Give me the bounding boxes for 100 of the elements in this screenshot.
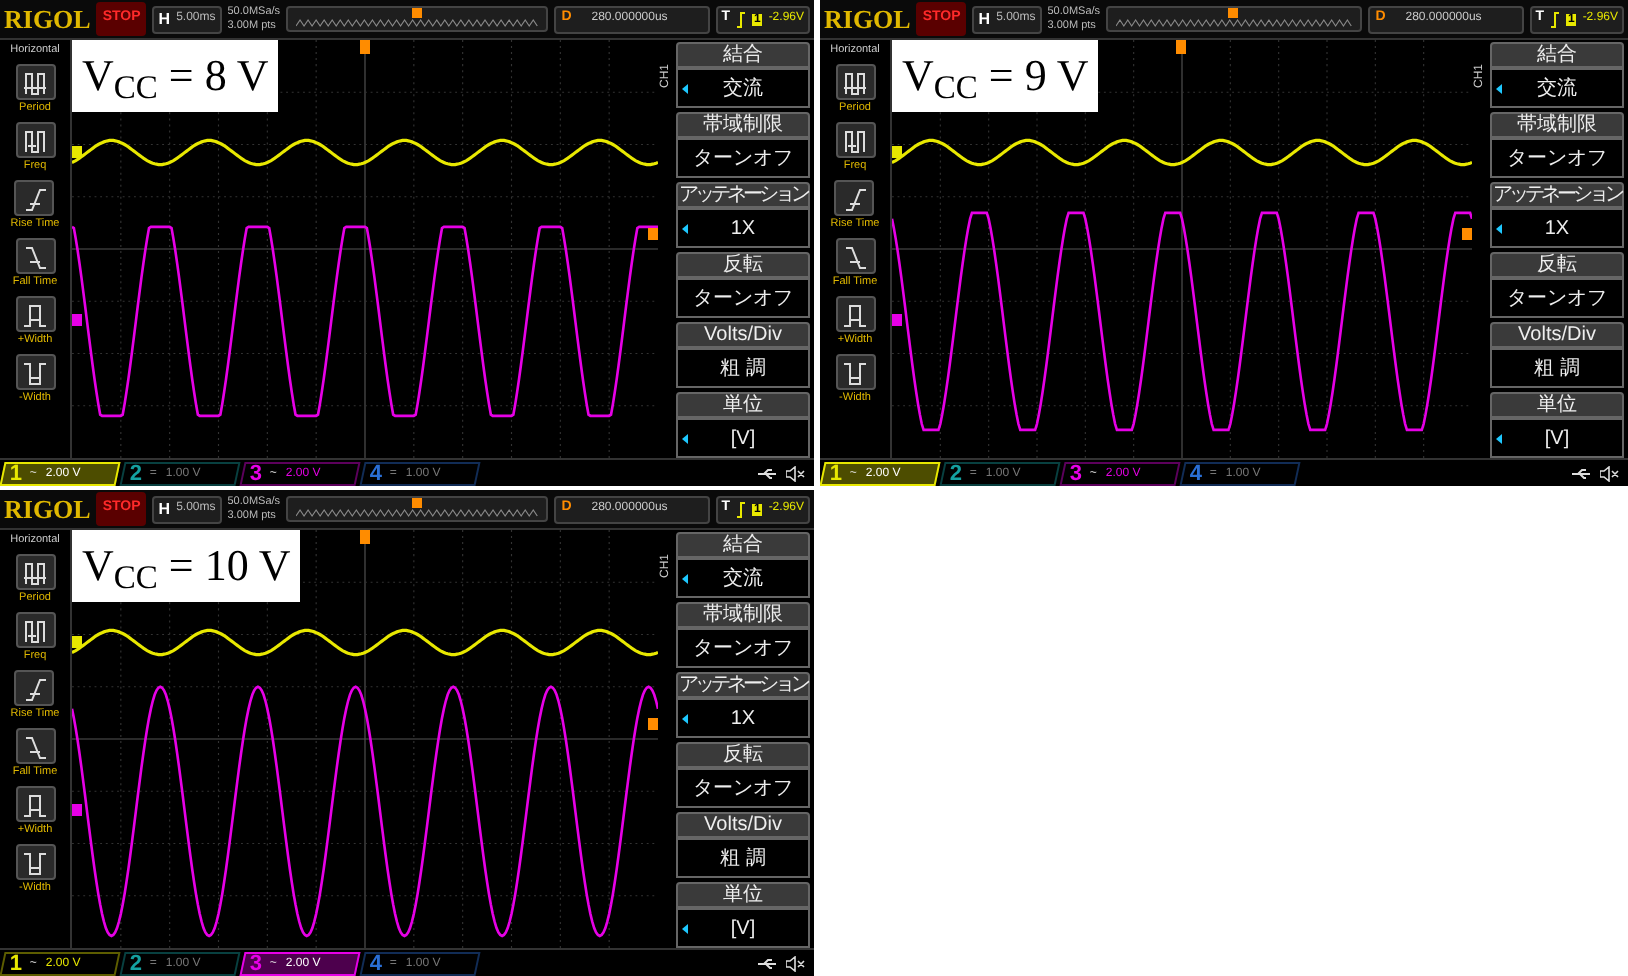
channel-marker[interactable] xyxy=(72,636,82,648)
measure-button[interactable] xyxy=(15,64,55,100)
left-arrow-icon xyxy=(1496,223,1502,233)
measure-button[interactable] xyxy=(15,122,55,158)
menu-value-button[interactable]: ターンオフ xyxy=(676,768,810,808)
measure-button[interactable] xyxy=(835,122,875,158)
measure-button[interactable] xyxy=(835,64,875,100)
menu-title: 結合 xyxy=(1490,42,1624,68)
menu-value: [V] xyxy=(730,425,756,453)
menu-value-button[interactable]: 1X xyxy=(1490,208,1624,248)
menu-value-button[interactable]: ターンオフ xyxy=(676,628,810,668)
measure-icon xyxy=(23,363,47,385)
menu-title: 帯域制限 xyxy=(676,112,810,138)
trigger-position-marker[interactable] xyxy=(411,8,422,18)
menu-value-button[interactable]: 交流 xyxy=(676,558,810,598)
measure-button[interactable] xyxy=(15,786,55,822)
memory-waveform-icon xyxy=(296,18,538,28)
menu-value-button[interactable]: 交流 xyxy=(1490,68,1624,108)
left-arrow-icon xyxy=(682,923,688,933)
trigger-level-marker[interactable] xyxy=(648,228,658,240)
menu-value: 1X xyxy=(730,705,756,733)
measure-icon xyxy=(25,247,47,269)
speaker-muted-icon[interactable] xyxy=(786,955,806,971)
vcc-label: V$_{CC}$ = 8 V xyxy=(72,40,279,112)
measure-icon xyxy=(23,563,47,585)
channel-marker[interactable] xyxy=(72,804,82,816)
menu-value-button[interactable]: [V] xyxy=(676,908,810,948)
menu-title: 反転 xyxy=(1490,252,1624,278)
measure-button[interactable] xyxy=(15,554,55,590)
measure-button[interactable] xyxy=(835,238,875,274)
menu-title: 単位 xyxy=(676,882,810,908)
trigger-level-marker[interactable] xyxy=(1462,228,1472,240)
left-arrow-icon xyxy=(682,573,688,583)
trigger-position-marker[interactable] xyxy=(1228,8,1239,18)
menu-title: 反転 xyxy=(676,742,810,768)
speaker-muted-icon[interactable] xyxy=(786,465,806,481)
measure-button[interactable] xyxy=(15,296,55,332)
trigger-time-marker[interactable] xyxy=(359,530,370,544)
menu-value-button[interactable]: 1X xyxy=(676,698,810,738)
trigger-time-marker[interactable] xyxy=(359,40,370,54)
menu-title: Volts/Div xyxy=(1490,322,1624,348)
menu-value-button[interactable]: 交流 xyxy=(676,68,810,108)
menu-value-button[interactable]: ターンオフ xyxy=(1490,278,1624,318)
measure-icon xyxy=(25,737,47,759)
menu-value: 交流 xyxy=(1537,75,1577,103)
menu-value-button[interactable]: 1X xyxy=(676,208,810,248)
menu-title: アッテネーション xyxy=(676,672,810,698)
measure-button[interactable] xyxy=(14,180,55,216)
measure-icon xyxy=(23,305,47,327)
trigger-time-marker[interactable] xyxy=(1176,40,1187,54)
usb-icon xyxy=(758,467,778,479)
measure-button[interactable] xyxy=(834,180,875,216)
measure-button[interactable] xyxy=(15,844,55,880)
logo: RIGOL xyxy=(824,6,911,32)
measure-icon xyxy=(845,247,867,269)
menu-value: ターンオフ xyxy=(693,285,793,313)
usb-icon xyxy=(758,957,778,969)
left-arrow-icon xyxy=(1496,433,1502,443)
logo: RIGOL xyxy=(4,496,91,522)
measure-icon xyxy=(24,679,47,701)
vcc-label: V$_{CC}$ = 9 V xyxy=(892,40,1099,112)
trigger-position-marker[interactable] xyxy=(411,498,422,508)
measure-button[interactable] xyxy=(15,354,55,390)
menu-value-button[interactable]: ターンオフ xyxy=(676,278,810,318)
measure-button[interactable] xyxy=(15,612,55,648)
menu-value-button[interactable]: [V] xyxy=(1490,418,1624,458)
measure-button[interactable] xyxy=(15,728,55,764)
menu-value: [V] xyxy=(1544,425,1570,453)
left-arrow-icon xyxy=(682,223,688,233)
menu-title: 反転 xyxy=(676,252,810,278)
channel-marker[interactable] xyxy=(72,314,82,326)
menu-value: 交流 xyxy=(723,75,763,103)
speaker-muted-icon[interactable] xyxy=(1600,465,1620,481)
measure-button[interactable] xyxy=(835,354,875,390)
menu-value-button[interactable]: 粗 調 xyxy=(676,838,810,878)
menu-value-button[interactable]: ターンオフ xyxy=(676,138,810,178)
menu-title: 単位 xyxy=(676,392,810,418)
measure-button[interactable] xyxy=(15,238,55,274)
channel-marker[interactable] xyxy=(892,146,902,158)
measure-icon xyxy=(843,73,867,95)
menu-title: アッテネーション xyxy=(676,182,810,208)
logo: RIGOL xyxy=(4,6,91,32)
trigger-level-marker[interactable] xyxy=(648,718,658,730)
menu-value-button[interactable]: ターンオフ xyxy=(1490,138,1624,178)
menu-value-button[interactable]: [V] xyxy=(676,418,810,458)
rising-edge-icon xyxy=(735,501,746,517)
menu-value: 粗 調 xyxy=(1534,355,1580,383)
channel-marker[interactable] xyxy=(72,146,82,158)
measure-icon xyxy=(844,189,867,211)
menu-value-button[interactable]: 粗 調 xyxy=(1490,348,1624,388)
menu-title: 結合 xyxy=(676,532,810,558)
measure-button[interactable] xyxy=(14,670,55,706)
menu-value: ターンオフ xyxy=(693,635,793,663)
measure-icon xyxy=(843,363,867,385)
menu-value-button[interactable]: 粗 調 xyxy=(676,348,810,388)
channel-marker[interactable] xyxy=(892,314,902,326)
menu-value: 粗 調 xyxy=(720,355,766,383)
measure-icon xyxy=(23,853,47,875)
menu-value: 粗 調 xyxy=(720,845,766,873)
measure-button[interactable] xyxy=(835,296,875,332)
